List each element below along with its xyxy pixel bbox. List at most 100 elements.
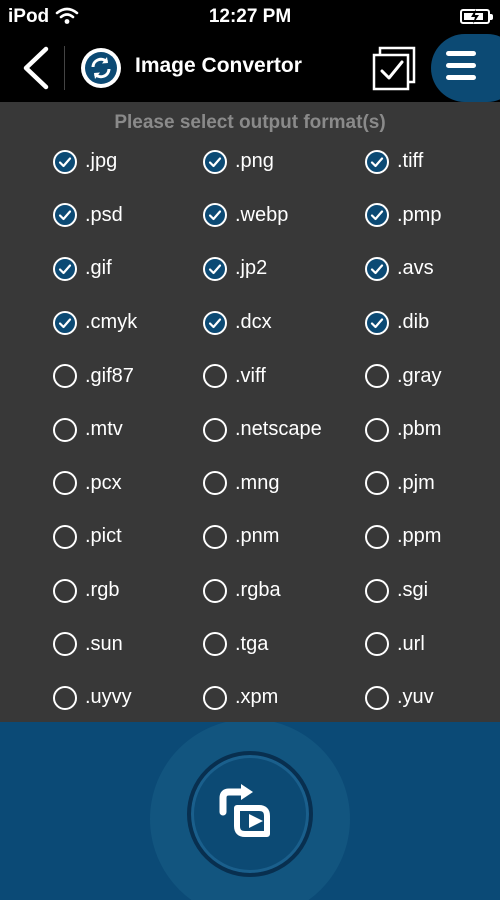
format-label: .gif87 [85, 364, 134, 387]
format-label: .pnm [235, 525, 280, 548]
unchecked-radio-icon[interactable] [365, 417, 389, 442]
format-option-mng[interactable]: .mng [203, 457, 365, 511]
format-label: .tiff [397, 150, 424, 173]
format-option-rgb[interactable]: .rgb [53, 564, 203, 618]
format-label: .mng [235, 471, 280, 494]
format-option-pbm[interactable]: .pbm [365, 403, 500, 457]
unchecked-radio-icon[interactable] [53, 685, 77, 710]
format-grid: .jpg .png .tiff .psd .webp .pmp .gif .jp2 .avs .c… [0, 135, 500, 725]
format-label: .tga [235, 632, 269, 655]
format-option-webp[interactable]: .webp [203, 189, 365, 243]
format-label: .rgb [85, 579, 120, 602]
format-option-psd[interactable]: .psd [53, 189, 203, 243]
status-bar: iPod 12:27 PM [0, 0, 500, 34]
unchecked-radio-icon[interactable] [365, 685, 389, 710]
format-option-yuv[interactable]: .yuv [365, 671, 500, 725]
footer [0, 722, 500, 900]
select-format-prompt: Please select output format(s) [114, 112, 386, 133]
unchecked-radio-icon[interactable] [365, 632, 389, 657]
format-option-ppm[interactable]: .ppm [365, 510, 500, 564]
checked-radio-icon[interactable] [365, 149, 389, 174]
unchecked-radio-icon[interactable] [53, 364, 77, 389]
unchecked-radio-icon[interactable] [203, 524, 227, 549]
unchecked-radio-icon[interactable] [53, 417, 77, 442]
unchecked-radio-icon[interactable] [53, 578, 77, 603]
format-option-png[interactable]: .png [203, 135, 365, 189]
hamburger-menu-icon [446, 51, 476, 87]
format-option-uyvy[interactable]: .uyvy [53, 671, 203, 725]
format-option-gif87[interactable]: .gif87 [53, 349, 203, 403]
chevron-left-icon [23, 46, 49, 90]
format-label: .pjm [397, 471, 435, 494]
checked-radio-icon[interactable] [365, 256, 389, 281]
select-all-button[interactable] [371, 46, 417, 92]
format-label: .xpm [235, 686, 279, 709]
checked-radio-icon[interactable] [365, 203, 389, 228]
checked-radio-icon[interactable] [203, 256, 227, 281]
unchecked-radio-icon[interactable] [203, 632, 227, 657]
unchecked-radio-icon[interactable] [365, 471, 389, 496]
format-option-pict[interactable]: .pict [53, 510, 203, 564]
format-label: .dib [397, 311, 430, 334]
format-label: .url [397, 632, 425, 655]
nav-bar: Image Convertor [0, 34, 500, 102]
checked-radio-icon[interactable] [53, 149, 77, 174]
back-button[interactable] [18, 46, 54, 90]
format-option-gif[interactable]: .gif [53, 242, 203, 296]
battery-icon [460, 9, 493, 24]
format-label: .mtv [85, 418, 123, 441]
checkbox-icon [372, 46, 416, 91]
convert-arrows-icon [219, 784, 270, 837]
format-option-dib[interactable]: .dib [365, 296, 500, 350]
format-label: .netscape [235, 418, 322, 441]
menu-button[interactable] [431, 34, 500, 102]
format-option-xpm[interactable]: .xpm [203, 671, 365, 725]
format-label: .avs [397, 257, 434, 280]
format-option-gray[interactable]: .gray [365, 349, 500, 403]
format-option-rgba[interactable]: .rgba [203, 564, 365, 618]
format-option-pnm[interactable]: .pnm [203, 510, 365, 564]
unchecked-radio-icon[interactable] [203, 417, 227, 442]
format-label: .viff [235, 364, 266, 387]
format-option-cmyk[interactable]: .cmyk [53, 296, 203, 350]
nav-divider [64, 46, 65, 90]
unchecked-radio-icon[interactable] [203, 364, 227, 389]
unchecked-radio-icon[interactable] [365, 364, 389, 389]
format-option-tga[interactable]: .tga [203, 617, 365, 671]
format-option-pmp[interactable]: .pmp [365, 189, 500, 243]
unchecked-radio-icon[interactable] [203, 471, 227, 496]
checked-radio-icon[interactable] [203, 310, 227, 335]
checked-radio-icon[interactable] [203, 149, 227, 174]
refresh-icon [85, 52, 117, 84]
unchecked-radio-icon[interactable] [53, 632, 77, 657]
status-time: 12:27 PM [208, 6, 292, 27]
format-option-jp2[interactable]: .jp2 [203, 242, 365, 296]
format-option-mtv[interactable]: .mtv [53, 403, 203, 457]
unchecked-radio-icon[interactable] [203, 578, 227, 603]
convert-button[interactable] [187, 751, 313, 877]
unchecked-radio-icon[interactable] [203, 685, 227, 710]
format-label: .yuv [397, 686, 434, 709]
checked-radio-icon[interactable] [53, 310, 77, 335]
format-option-tiff[interactable]: .tiff [365, 135, 500, 189]
format-option-sgi[interactable]: .sgi [365, 564, 500, 618]
unchecked-radio-icon[interactable] [53, 471, 77, 496]
format-label: .sgi [397, 579, 429, 602]
unchecked-radio-icon[interactable] [365, 524, 389, 549]
unchecked-radio-icon[interactable] [365, 578, 389, 603]
format-option-url[interactable]: .url [365, 617, 500, 671]
format-option-pjm[interactable]: .pjm [365, 457, 500, 511]
checked-radio-icon[interactable] [203, 203, 227, 228]
format-option-avs[interactable]: .avs [365, 242, 500, 296]
unchecked-radio-icon[interactable] [53, 524, 77, 549]
checked-radio-icon[interactable] [365, 310, 389, 335]
format-label: .png [235, 150, 274, 173]
format-option-pcx[interactable]: .pcx [53, 457, 203, 511]
checked-radio-icon[interactable] [53, 256, 77, 281]
format-option-jpg[interactable]: .jpg [53, 135, 203, 189]
format-option-dcx[interactable]: .dcx [203, 296, 365, 350]
format-option-netscape[interactable]: .netscape [203, 403, 365, 457]
format-option-viff[interactable]: .viff [203, 349, 365, 403]
checked-radio-icon[interactable] [53, 203, 77, 228]
format-option-sun[interactable]: .sun [53, 617, 203, 671]
